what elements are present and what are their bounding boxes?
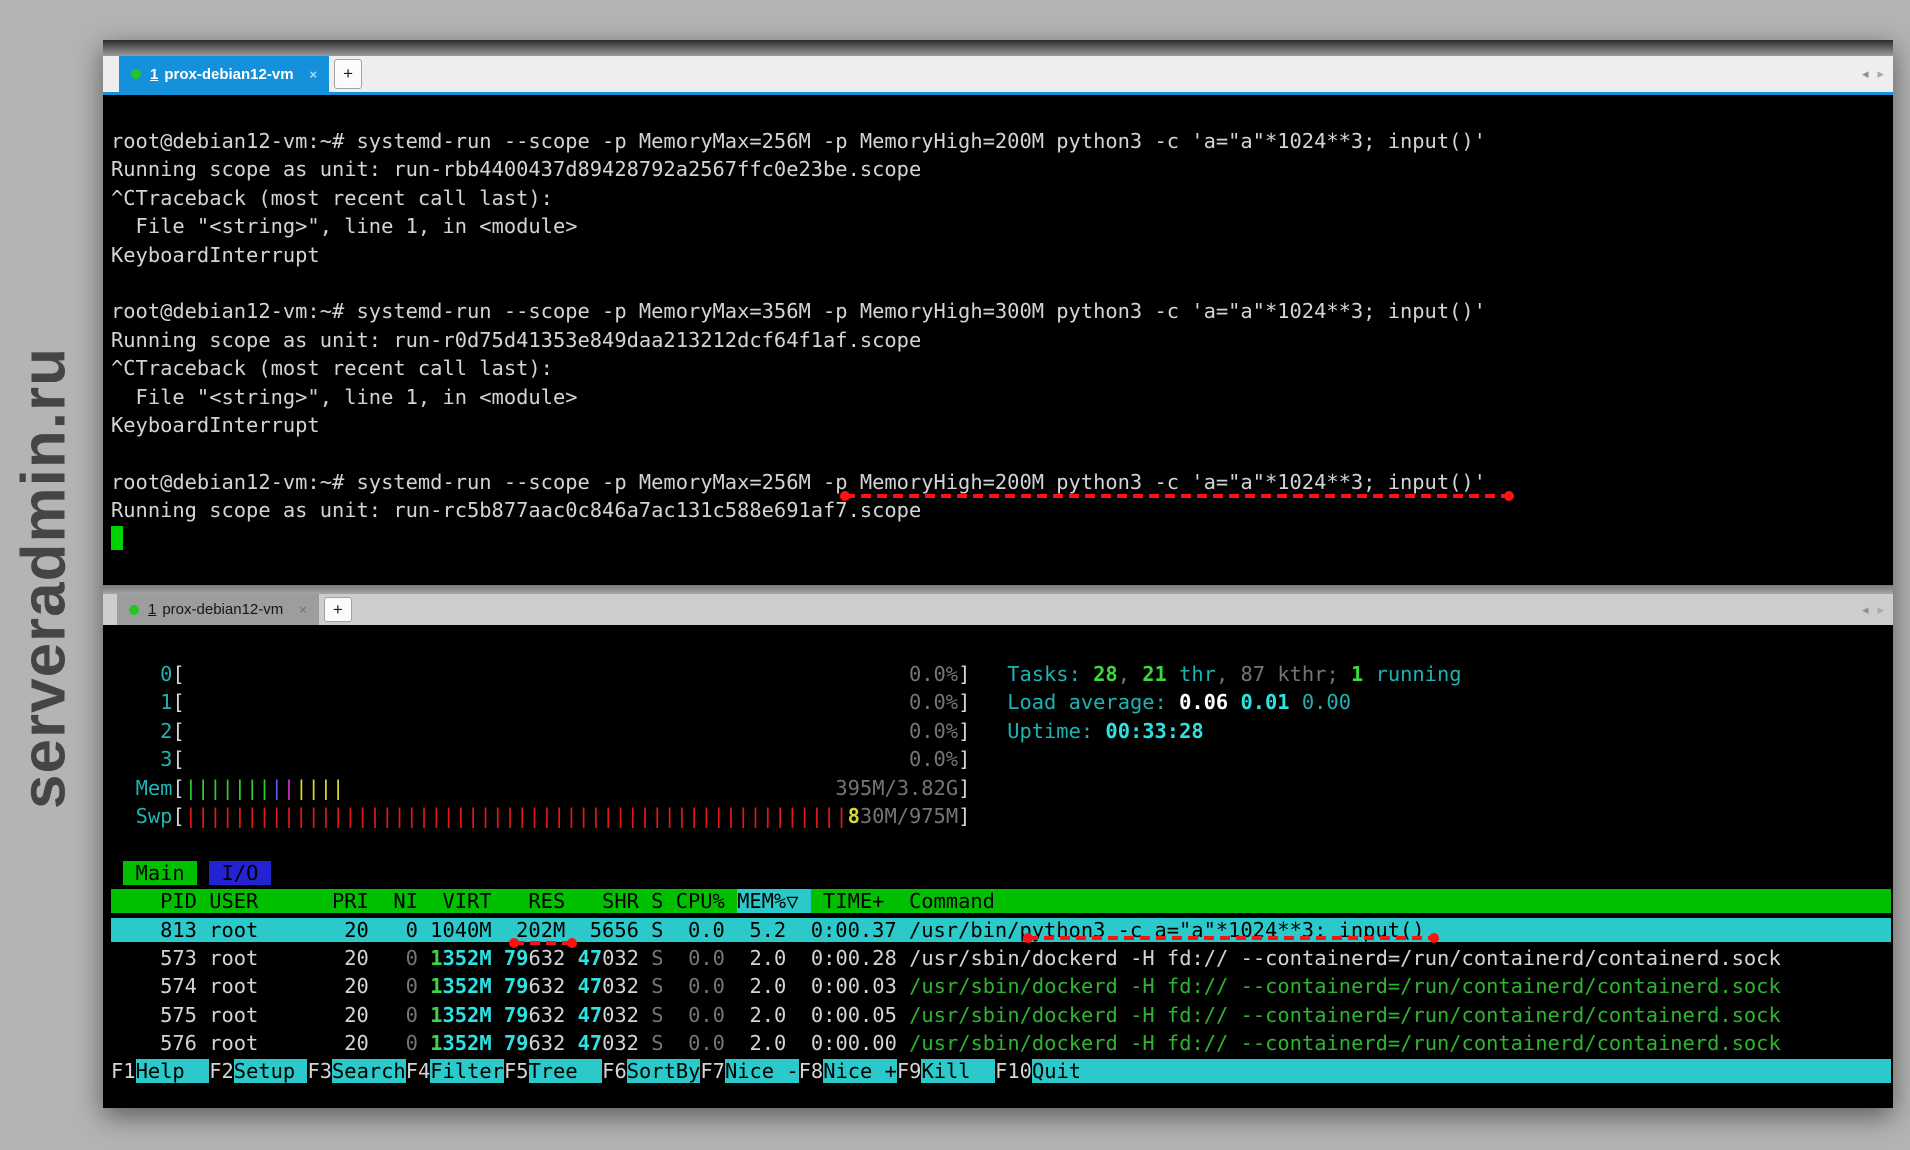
htop-terminal-screen[interactable]: 0[ 0.0%] Tasks: 28, 21 thr, 87 kthr; 1 r… bbox=[103, 625, 1893, 1108]
session-active-dot bbox=[131, 69, 141, 79]
terminal-line: ^CTraceback (most recent call last): bbox=[111, 354, 1893, 382]
terminal-line: F1Help F2Setup F3SearchF4FilterF5Tree F6… bbox=[111, 1057, 1893, 1085]
terminal-line: Mem[||||||||||||| 395M/3.82G] bbox=[111, 774, 1893, 802]
tab-index: 1 bbox=[148, 601, 156, 618]
terminal-line: File "<string>", line 1, in <module> bbox=[111, 212, 1893, 240]
terminal-line: Running scope as unit: run-rc5b877aac0c8… bbox=[111, 496, 1893, 524]
terminal-line: root@debian12-vm:~# systemd-run --scope … bbox=[111, 468, 1893, 496]
terminal-line: Running scope as unit: run-rbb4400437d89… bbox=[111, 155, 1893, 183]
terminal-line: Main I/O bbox=[111, 859, 1893, 887]
tab-prox-debian12-vm-bottom[interactable]: 1 prox-debian12-vm × bbox=[117, 594, 319, 625]
terminal-line: root@debian12-vm:~# systemd-run --scope … bbox=[111, 127, 1893, 155]
close-tab-icon[interactable]: × bbox=[299, 602, 307, 617]
new-tab-button[interactable]: + bbox=[324, 597, 352, 622]
annotation-underline-python-command bbox=[1028, 936, 1434, 940]
terminal-line: Running scope as unit: run-r0d75d41353e8… bbox=[111, 326, 1893, 354]
top-titlebar-band bbox=[103, 40, 1893, 56]
watermark: serveradmin.ru bbox=[9, 347, 80, 809]
terminal-line: KeyboardInterrupt bbox=[111, 411, 1893, 439]
terminal-window: 1 prox-debian12-vm × + ◂ ▸ root@debian12… bbox=[103, 40, 1893, 1108]
session-active-dot bbox=[129, 605, 139, 615]
tab-title: prox-debian12-vm bbox=[164, 66, 293, 83]
top-terminal-screen[interactable]: root@debian12-vm:~# systemd-run --scope … bbox=[103, 95, 1893, 585]
terminal-line bbox=[111, 830, 1893, 858]
scroll-tabs-right-icon[interactable]: ▸ bbox=[1877, 602, 1884, 618]
tab-scroll-arrows: ◂ ▸ bbox=[1862, 602, 1884, 618]
terminal-line: 1[ 0.0%] Load average: 0.06 0.01 0.00 bbox=[111, 688, 1893, 716]
top-tab-bar: 1 prox-debian12-vm × + ◂ ▸ bbox=[103, 40, 1893, 95]
scroll-tabs-left-icon[interactable]: ◂ bbox=[1862, 66, 1869, 82]
terminal-line: 813 root 20 0 1040M 202M 5656 S 0.0 5.2 … bbox=[111, 916, 1893, 944]
terminal-line: 575 root 20 0 1352M 79632 47032 S 0.0 2.… bbox=[111, 1001, 1893, 1029]
tab-prox-debian12-vm-top[interactable]: 1 prox-debian12-vm × bbox=[119, 56, 329, 92]
top-tab-row: 1 prox-debian12-vm × + ◂ ▸ bbox=[103, 56, 1893, 95]
terminal-line: 574 root 20 0 1352M 79632 47032 S 0.0 2.… bbox=[111, 972, 1893, 1000]
bottom-titlebar-band bbox=[103, 585, 1893, 594]
terminal-line bbox=[111, 269, 1893, 297]
terminal-line: File "<string>", line 1, in <module> bbox=[111, 383, 1893, 411]
close-tab-icon[interactable]: × bbox=[310, 67, 318, 82]
terminal-line: 576 root 20 0 1352M 79632 47032 S 0.0 2.… bbox=[111, 1029, 1893, 1057]
tab-title: prox-debian12-vm bbox=[162, 601, 283, 618]
terminal-line: Swp[||||||||||||||||||||||||||||||||||||… bbox=[111, 802, 1893, 830]
terminal-line: 0[ 0.0%] Tasks: 28, 21 thr, 87 kthr; 1 r… bbox=[111, 660, 1893, 688]
tab-scroll-arrows: ◂ ▸ bbox=[1862, 66, 1884, 82]
new-tab-button[interactable]: + bbox=[334, 59, 362, 89]
terminal-line: ^CTraceback (most recent call last): bbox=[111, 184, 1893, 212]
terminal-line bbox=[111, 524, 1893, 552]
terminal-line: PID USER PRI NI VIRT RES SHR S CPU% MEM%… bbox=[111, 887, 1893, 915]
tab-index: 1 bbox=[150, 66, 158, 83]
terminal-line: 2[ 0.0%] Uptime: 00:33:28 bbox=[111, 717, 1893, 745]
bottom-tab-row: 1 prox-debian12-vm × + ◂ ▸ bbox=[103, 594, 1893, 625]
annotation-underline-memoryhigh bbox=[845, 494, 1509, 498]
terminal-line: KeyboardInterrupt bbox=[111, 241, 1893, 269]
annotation-underline-res-202m bbox=[514, 941, 572, 945]
terminal-line: root@debian12-vm:~# systemd-run --scope … bbox=[111, 297, 1893, 325]
terminal-line: 573 root 20 0 1352M 79632 47032 S 0.0 2.… bbox=[111, 944, 1893, 972]
scroll-tabs-left-icon[interactable]: ◂ bbox=[1862, 602, 1869, 618]
bottom-tab-bar: 1 prox-debian12-vm × + ◂ ▸ bbox=[103, 585, 1893, 625]
terminal-line: 3[ 0.0%] bbox=[111, 745, 1893, 773]
terminal-line bbox=[111, 439, 1893, 467]
scroll-tabs-right-icon[interactable]: ▸ bbox=[1877, 66, 1884, 82]
